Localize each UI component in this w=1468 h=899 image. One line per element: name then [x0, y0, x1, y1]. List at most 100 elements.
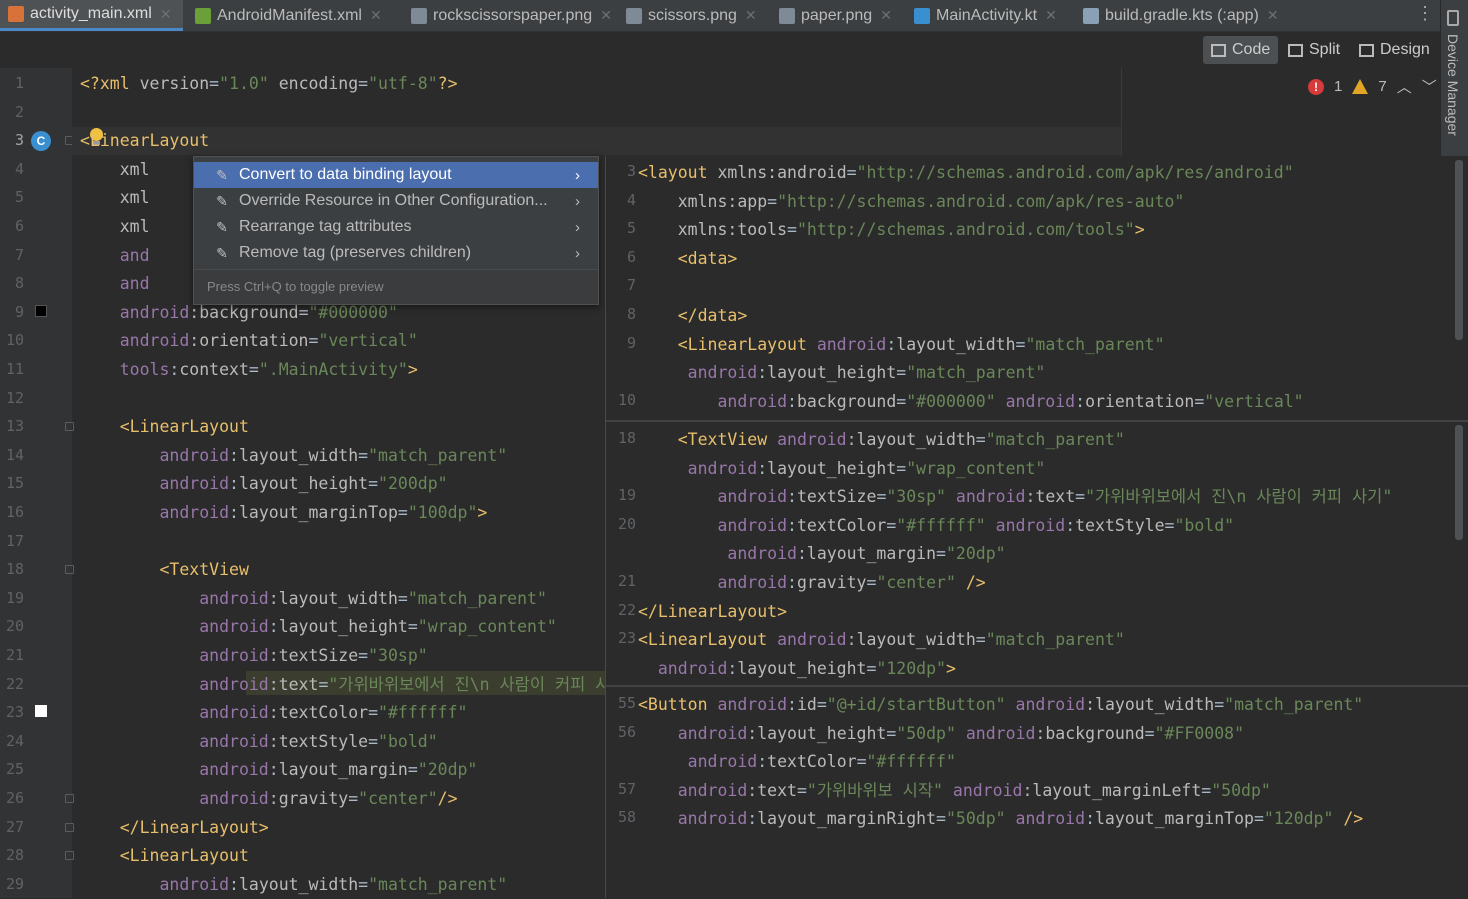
preview-line-number: 10 — [617, 390, 636, 409]
line-number: 5 — [14, 188, 24, 207]
line-number: 7 — [14, 245, 24, 264]
preview-scrollbar[interactable] — [1455, 425, 1463, 540]
submenu-arrow-icon: › — [575, 166, 580, 184]
context-menu-item[interactable]: ✎ Convert to data binding layout › — [194, 162, 598, 188]
next-highlight-icon[interactable]: ﹀ — [1422, 76, 1437, 97]
code-token: = — [308, 331, 319, 351]
code-token: = — [975, 630, 986, 650]
close-tab-icon[interactable]: ✕ — [880, 7, 892, 24]
code-token: : — [1065, 515, 1076, 535]
editor-tab[interactable]: AndroidManifest.xml ✕ — [187, 0, 399, 31]
code-token: "20dp" — [417, 760, 478, 780]
device-manager-icon[interactable] — [1447, 10, 1459, 26]
code-token: > — [407, 360, 418, 379]
code-token: gravity — [278, 789, 349, 808]
code-view-button[interactable]: Code — [1203, 36, 1279, 64]
preview-code-line: </data> — [638, 302, 748, 330]
code-token: : — [747, 723, 758, 743]
code-line: android:textStyle="bold" — [80, 728, 437, 756]
code-token: <?xml — [80, 74, 140, 93]
editor-tab[interactable]: MainActivity.kt ✕ — [906, 0, 1071, 31]
preview-line-number: 5 — [626, 219, 636, 238]
close-tab-icon[interactable]: ✕ — [160, 6, 172, 23]
line-number: 17 — [5, 531, 24, 550]
code-line: android:orientation="vertical" — [80, 327, 418, 355]
close-tab-icon[interactable]: ✕ — [745, 7, 757, 24]
code-token: "50dp" — [945, 809, 1006, 829]
code-token: "center" — [358, 789, 438, 808]
submenu-arrow-icon: › — [575, 244, 580, 262]
context-menu-item[interactable]: ✎ Remove tag (preserves children) › — [194, 240, 598, 266]
code-token: <LinearLayout — [638, 630, 778, 650]
preview-code-line: android:layout_marginRight="50dp" androi… — [638, 805, 1364, 833]
close-tab-icon[interactable]: ✕ — [1267, 7, 1279, 24]
close-tab-icon[interactable]: ✕ — [1045, 7, 1057, 24]
code-token: /> — [437, 789, 458, 808]
context-menu-item[interactable]: ✎ Rearrange tag attributes › — [194, 214, 598, 240]
color-swatch-icon[interactable] — [35, 304, 47, 317]
code-line: android:layout_marginTop="100dp"> — [80, 499, 487, 527]
image-file-icon — [411, 7, 427, 24]
editor-tab-label: AndroidManifest.xml — [217, 6, 362, 24]
line-number: 10 — [5, 331, 24, 350]
preview-code-line: android:gravity="center" /> — [638, 569, 985, 597]
code-token: layout_marginTop — [1095, 809, 1254, 829]
editor-tab[interactable]: paper.png ✕ — [771, 0, 902, 31]
preview-line-number: 4 — [626, 190, 636, 209]
previous-highlight-icon[interactable]: ︿ — [1397, 76, 1412, 97]
inspection-widget[interactable]: ! 1 7 ︿ ﹀ — [1308, 76, 1437, 97]
code-token: = — [787, 220, 797, 240]
editor-tab[interactable]: build.gradle.kts (:app) ✕ — [1075, 0, 1285, 31]
code-token: orientation — [1085, 391, 1195, 411]
code-token: android — [955, 723, 1036, 743]
preview-code-line: android:layout_margin="20dp" — [638, 540, 1005, 568]
code-token: = — [368, 474, 379, 494]
context-menu-item-label: Rearrange tag attributes — [239, 218, 412, 235]
kotlin-class-gutter-icon[interactable]: C — [31, 131, 51, 151]
line-number: 16 — [5, 503, 24, 521]
line-number: 12 — [5, 388, 24, 407]
code-token: "#FF0008" — [1154, 723, 1245, 743]
line-number: 26 — [5, 789, 24, 807]
code-token: layout_height — [737, 658, 867, 678]
code-token: android — [638, 658, 728, 678]
context-menu-item-label: Remove tag (preserves children) — [239, 244, 472, 261]
context-menu-item[interactable]: ✎ Override Resource in Other Configuratio… — [194, 188, 598, 214]
code-token: "http://schemas.android.com/tools" — [796, 220, 1135, 240]
code-token: ?> — [437, 74, 458, 93]
line-number: 11 — [5, 360, 24, 378]
design-view-button[interactable]: Design — [1351, 36, 1438, 64]
code-token: : — [1022, 780, 1033, 800]
preview-line-number: 22 — [617, 600, 636, 619]
line-number: 27 — [5, 817, 24, 836]
color-swatch-icon[interactable] — [35, 705, 47, 718]
line-number: 8 — [14, 274, 24, 293]
gradle-icon — [1083, 7, 1099, 24]
more-tabs-icon[interactable]: ⋮ — [1416, 3, 1434, 24]
code-line: xml — [80, 213, 150, 241]
editor-tab[interactable]: rockscissorspaper.png ✕ — [403, 0, 614, 31]
code-token: : — [189, 331, 200, 351]
editor-tab[interactable]: activity_main.xml ✕ — [0, 0, 183, 31]
code-token: textStyle — [278, 731, 369, 751]
code-token: android — [80, 588, 269, 608]
kotlin-class-icon — [914, 7, 930, 24]
code-token: android — [985, 515, 1066, 535]
line-number: 20 — [5, 617, 24, 636]
code-token: > — [477, 503, 488, 522]
intention-action-icon: ✎ — [216, 193, 228, 209]
close-tab-icon[interactable]: ✕ — [600, 7, 612, 24]
editor-tab-label: scissors.png — [648, 6, 737, 24]
code-token: = — [876, 487, 887, 507]
split-view-button[interactable]: Split — [1280, 36, 1348, 64]
code-token: android — [777, 630, 847, 650]
code-token: layout_height — [238, 474, 369, 494]
device-manager-label[interactable]: Device Manager — [1445, 34, 1461, 136]
code-token: layout_height — [767, 363, 897, 383]
code-token: android — [80, 474, 230, 494]
editor-tab[interactable]: scissors.png ✕ — [618, 0, 767, 31]
close-tab-icon[interactable]: ✕ — [370, 7, 382, 24]
code-token: context — [179, 360, 249, 379]
preview-scrollbar[interactable] — [1455, 160, 1463, 340]
code-token: = — [886, 723, 897, 743]
